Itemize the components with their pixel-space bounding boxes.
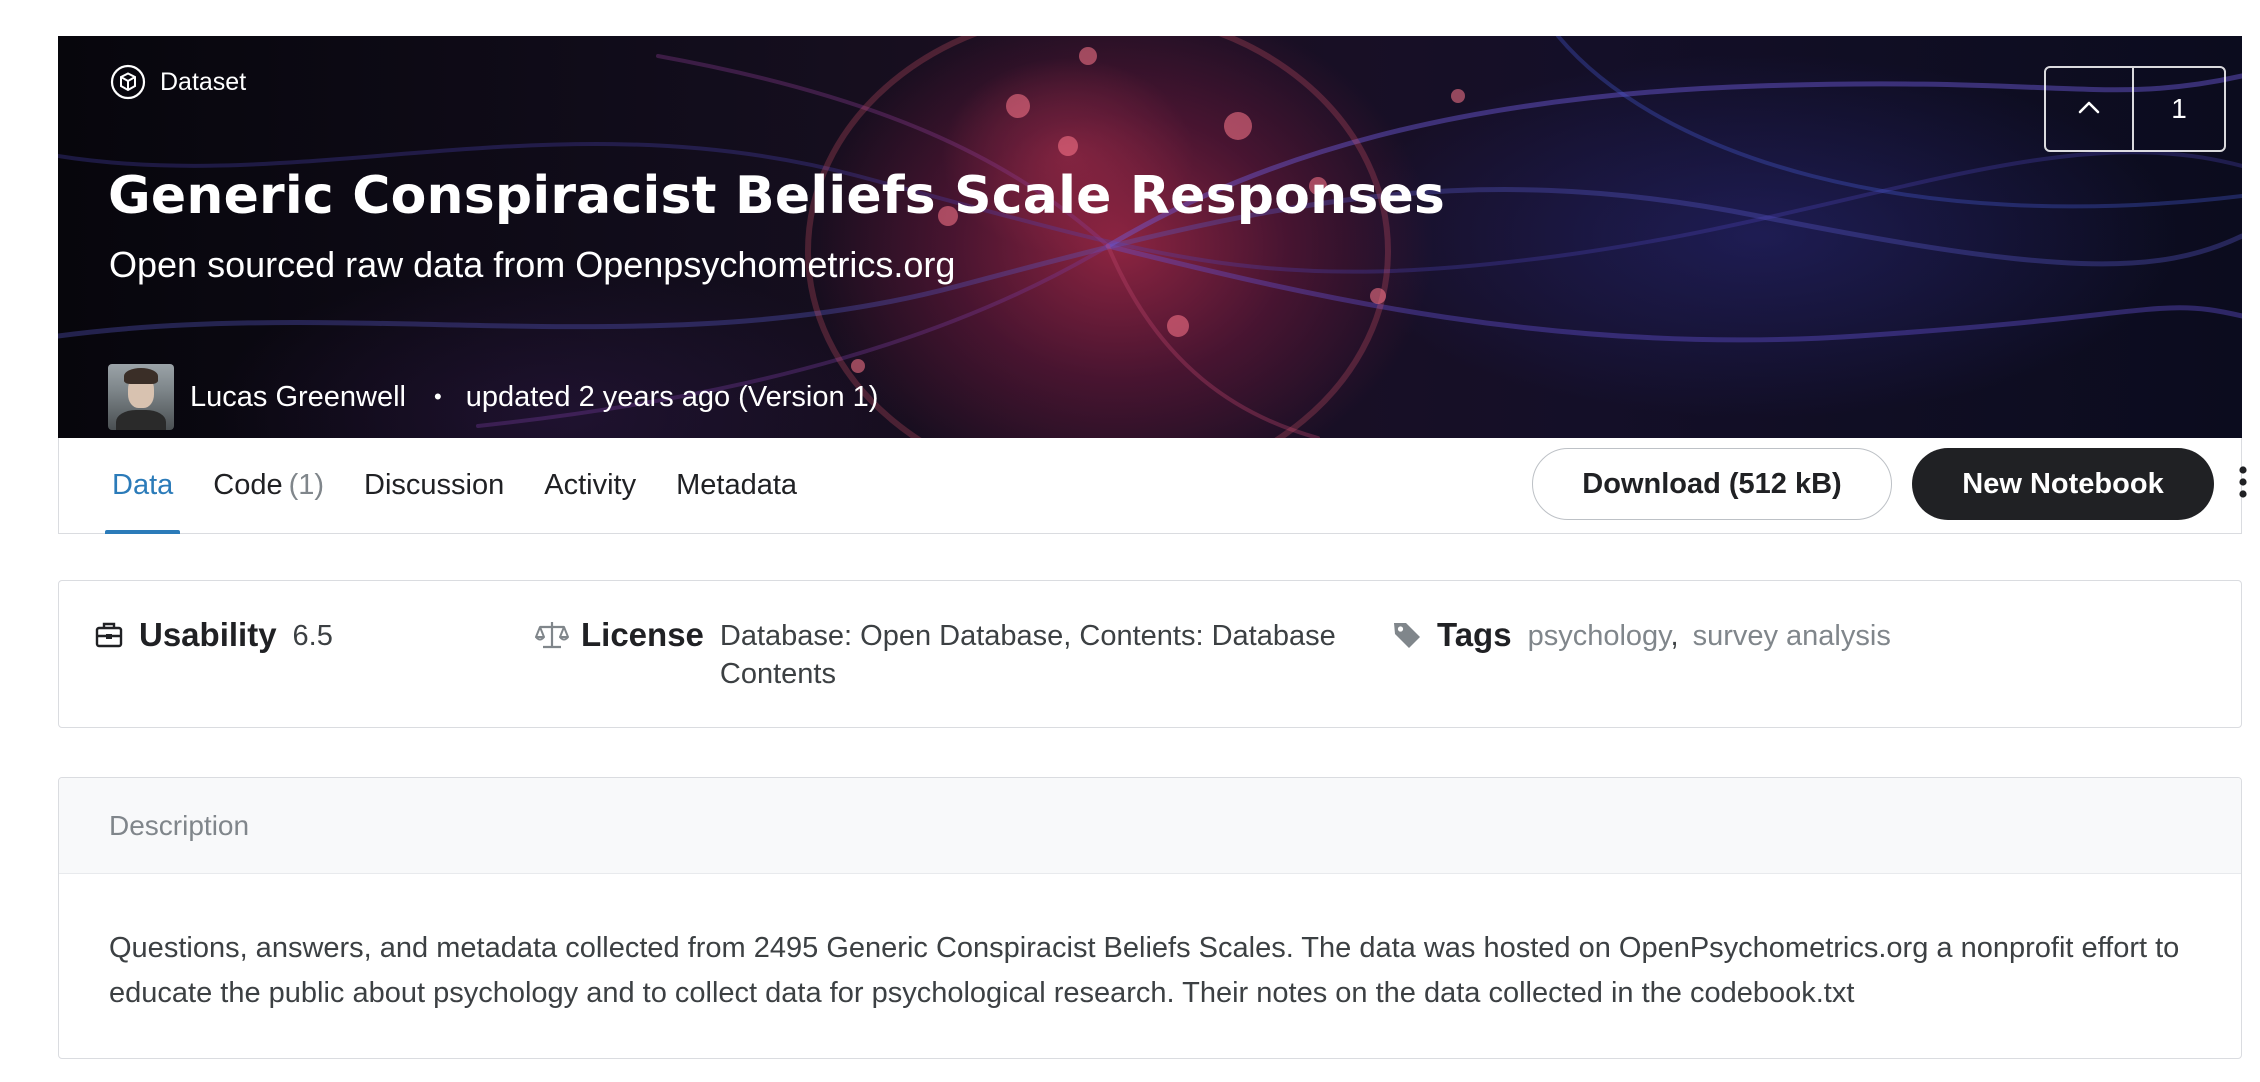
tag-icon: [1391, 619, 1423, 651]
tags-list: psychology, survey analysis: [1528, 617, 1891, 655]
dataset-subtitle: Open sourced raw data from Openpsychomet…: [109, 244, 956, 285]
dataset-hero-banner: Dataset Generic Conspiracist Beliefs Sca…: [58, 36, 2242, 438]
tab-data-label: Data: [112, 469, 174, 501]
tab-metadata[interactable]: Metadata: [669, 438, 804, 533]
download-button[interactable]: Download (512 kB): [1532, 448, 1892, 520]
dataset-cube-icon: [110, 64, 146, 100]
more-vertical-icon: [2238, 465, 2248, 504]
tags-section: Tags psychology, survey analysis: [1391, 615, 1891, 655]
description-body: Questions, answers, and metadata collect…: [109, 932, 2180, 1009]
dataset-page: Dataset Generic Conspiracist Beliefs Sca…: [0, 0, 2260, 1082]
description-card: Description Questions, answers, and meta…: [58, 777, 2242, 1059]
dataset-title: Generic Conspiracist Beliefs Scale Respo…: [108, 166, 1446, 226]
tab-code-label: Code: [213, 469, 283, 501]
upvote-count: 1: [2171, 93, 2187, 124]
more-options-button[interactable]: [2227, 460, 2259, 508]
updated-text: updated 2 years ago (Version 1): [465, 380, 879, 413]
upvote-button[interactable]: [2046, 68, 2134, 150]
tab-code[interactable]: Code (1): [206, 438, 331, 533]
usability-value[interactable]: 6.5: [293, 617, 333, 655]
tab-metadata-label: Metadata: [676, 469, 798, 501]
dataset-tab-bar: Data Code (1) Discussion Activity Metada…: [58, 438, 2247, 534]
owner-name-link[interactable]: Lucas Greenwell: [190, 381, 406, 414]
description-header: Description: [59, 778, 2241, 874]
tab-activity[interactable]: Activity: [537, 438, 643, 533]
avatar-body-shape: [116, 410, 166, 430]
dataset-kind-text: Dataset: [160, 67, 247, 96]
tag-psychology[interactable]: psychology: [1528, 620, 1671, 652]
license-label: License: [581, 616, 704, 653]
new-notebook-button[interactable]: New Notebook: [1912, 448, 2214, 520]
owner-separator: •: [434, 384, 442, 409]
owner-avatar[interactable]: [108, 364, 174, 430]
usability-section: Usability 6.5: [93, 615, 333, 655]
usability-label: Usability: [139, 616, 277, 653]
dataset-meta-card: Usability 6.5 License Database: Open Dat…: [58, 580, 2242, 728]
scale-icon: [535, 619, 569, 651]
license-value[interactable]: Database: Open Database, Contents: Datab…: [720, 617, 1360, 693]
upvote-widget: 1: [2044, 66, 2226, 152]
avatar-hair-shape: [124, 368, 158, 384]
tag-separator: ,: [1670, 620, 1679, 652]
hero-content: Dataset Generic Conspiracist Beliefs Sca…: [58, 36, 2242, 438]
chevron-up-icon: [2077, 99, 2101, 120]
tab-data[interactable]: Data: [105, 438, 181, 534]
tab-discussion-label: Discussion: [364, 469, 505, 501]
tab-discussion[interactable]: Discussion: [357, 438, 511, 533]
tab-activity-label: Activity: [544, 469, 637, 501]
tab-list: Data Code (1) Discussion Activity Metada…: [105, 438, 830, 534]
tags-label: Tags: [1437, 616, 1512, 653]
briefcase-icon: [93, 619, 125, 651]
dataset-owner-info: Lucas Greenwell • updated 2 years ago (V…: [108, 364, 878, 430]
tab-code-count: (1): [288, 469, 325, 501]
dataset-kind-label: Dataset: [110, 64, 246, 100]
license-section: License Database: Open Database, Content…: [535, 615, 1360, 693]
tag-survey-analysis[interactable]: survey analysis: [1693, 620, 1891, 652]
